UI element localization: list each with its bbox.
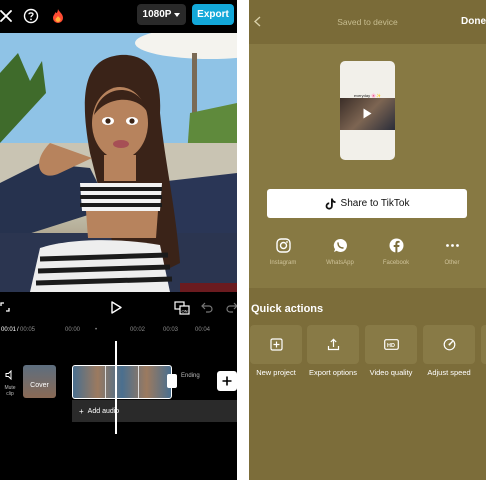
- svg-text:HD: HD: [387, 343, 395, 349]
- ruler-tick: 00:04: [195, 327, 211, 333]
- share-whatsapp[interactable]: WhatsApp: [320, 238, 360, 266]
- add-audio-track[interactable]: + Add audio: [72, 400, 237, 422]
- quick-actions-title: Quick actions: [251, 303, 324, 315]
- header: Saved to device Done: [249, 0, 486, 44]
- share-to-tiktok-label: Share to TikTok: [340, 198, 410, 209]
- video-quality-tile: HD: [365, 325, 417, 364]
- playhead[interactable]: [115, 341, 117, 434]
- current-time: 00:01: [1, 327, 17, 333]
- ruler-tick: 00:03: [163, 327, 179, 333]
- video-editor-screen: 1080P Export ON 00:01 / 00:05 00:00 • 00…: [0, 0, 237, 480]
- more-icon: [445, 244, 459, 247]
- ruler-tick: 00:00: [65, 327, 81, 333]
- export-options-label: Export options: [309, 368, 357, 377]
- share-whatsapp-label: WhatsApp: [326, 260, 354, 266]
- export-complete-screen: Saved to device Done everyday 🌸✨ Share t…: [249, 0, 486, 480]
- quick-action-overflow-tile[interactable]: [481, 325, 486, 364]
- close-icon[interactable]: [0, 7, 15, 25]
- export-options-tile: [307, 325, 359, 364]
- help-icon[interactable]: [22, 7, 40, 25]
- keyframe-on-icon[interactable]: ON: [174, 300, 190, 316]
- add-icon: [269, 338, 283, 351]
- instagram-icon: [275, 238, 291, 253]
- video-clip[interactable]: [72, 365, 172, 399]
- undo-icon[interactable]: [201, 302, 213, 313]
- share-other[interactable]: Other: [432, 238, 472, 266]
- timeline-tracks: Mute clip Cover Ending + Add audio: [0, 362, 237, 422]
- adjust-speed-label: Adjust speed: [427, 368, 471, 377]
- done-button[interactable]: Done: [461, 16, 486, 27]
- share-instagram[interactable]: Instagram: [263, 238, 303, 266]
- total-time: 00:05: [20, 327, 36, 333]
- share-to-tiktok-button[interactable]: Share to TikTok: [267, 189, 467, 218]
- export-button[interactable]: Export: [192, 4, 234, 25]
- export-options-button[interactable]: Export options: [307, 325, 359, 377]
- flame-icon[interactable]: [49, 7, 67, 25]
- redo-icon[interactable]: [226, 302, 237, 313]
- share-instagram-label: Instagram: [269, 260, 297, 266]
- new-project-tile: [250, 325, 302, 364]
- ending-label: Ending: [181, 373, 200, 379]
- share-other-label: Other: [444, 260, 460, 266]
- mute-clip-label: Mute clip: [4, 385, 16, 397]
- video-preview[interactable]: [0, 33, 237, 292]
- svg-text:ON: ON: [182, 309, 188, 314]
- adjust-speed-tile: [423, 325, 475, 364]
- export-icon: [327, 338, 339, 351]
- fullscreen-icon[interactable]: [0, 302, 10, 312]
- hd-icon: HD: [383, 339, 399, 350]
- share-facebook-label: Facebook: [382, 260, 410, 266]
- resolution-value: 1080P: [142, 9, 172, 20]
- resolution-selector[interactable]: 1080P: [137, 4, 186, 25]
- caret-down-icon: [174, 12, 181, 17]
- tiktok-icon: [325, 198, 336, 210]
- ruler-tick: •: [95, 327, 98, 333]
- new-project-button[interactable]: New project: [250, 325, 302, 377]
- page-title: Saved to device: [337, 17, 398, 27]
- cover-label: Cover: [30, 382, 49, 389]
- plus-icon: [222, 376, 232, 386]
- plus-icon: +: [79, 406, 84, 416]
- add-clip-button[interactable]: [217, 371, 237, 391]
- preview-frame-image: [0, 33, 237, 292]
- whatsapp-icon: [333, 238, 347, 252]
- clip-trim-handle[interactable]: [167, 374, 177, 388]
- video-quality-button[interactable]: HD Video quality: [365, 325, 417, 377]
- facebook-icon: [389, 238, 403, 253]
- new-project-label: New project: [256, 368, 296, 377]
- mute-clip-toggle[interactable]: Mute clip: [1, 367, 19, 397]
- speaker-icon: [5, 369, 12, 381]
- adjust-speed-button[interactable]: Adjust speed: [423, 325, 475, 377]
- playback-controls: ON: [0, 298, 237, 318]
- time-separator: /: [17, 327, 19, 333]
- play-icon: [363, 108, 372, 119]
- video-quality-label: Video quality: [369, 368, 413, 377]
- video-thumbnail[interactable]: everyday 🌸✨: [340, 61, 395, 160]
- share-facebook[interactable]: Facebook: [376, 238, 416, 266]
- speed-icon: [443, 338, 455, 351]
- cover-thumbnail[interactable]: Cover: [23, 365, 56, 398]
- play-icon[interactable]: [111, 301, 122, 314]
- editor-top-bar: 1080P Export: [0, 0, 237, 32]
- ruler-tick: 00:02: [130, 327, 146, 333]
- timeline-ruler: 00:01 / 00:05 00:00 • 00:02 00:03 00:04: [0, 325, 237, 337]
